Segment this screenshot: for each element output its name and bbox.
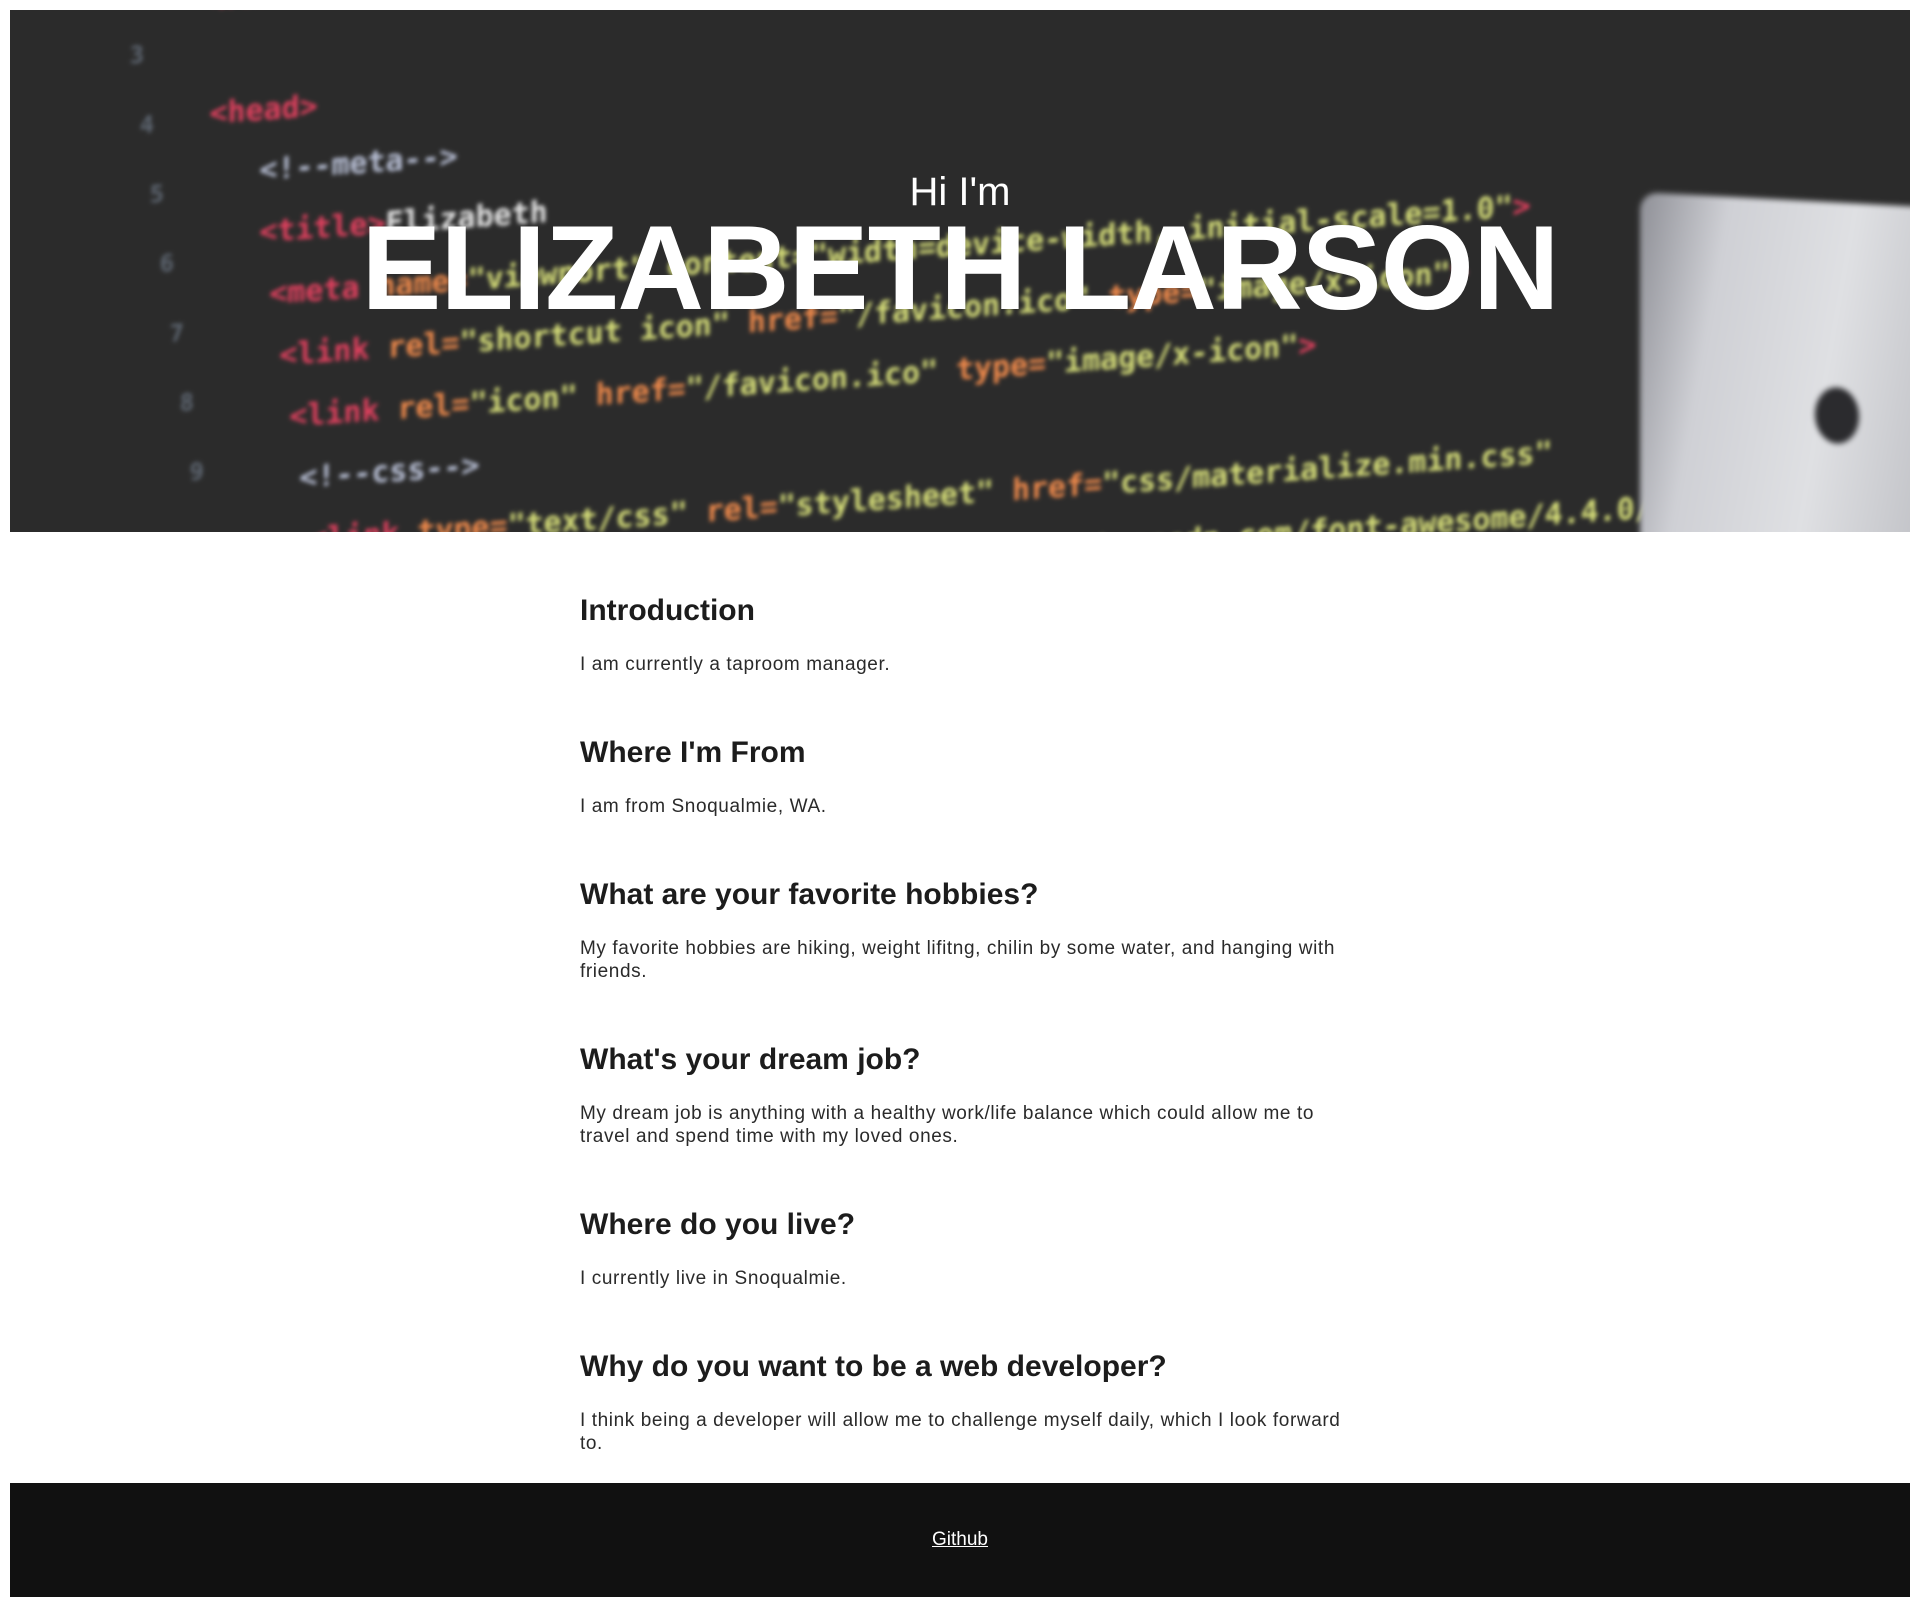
hero-banner: 3 4 5 6 7 8 9 <html> <head> <!--meta--> … — [10, 10, 1910, 532]
section-body: I currently live in Snoqualmie. — [580, 1268, 847, 1289]
section-why-web-dev: Why do you want to be a web developer? I… — [580, 1350, 1360, 1455]
section-heading: Where do you live? — [580, 1208, 856, 1241]
footer: Github — [10, 1483, 1910, 1597]
section-body: I am currently a taproom manager. — [580, 654, 891, 675]
section-body: I think being a developer will allow me … — [580, 1410, 1341, 1454]
apple-logo-icon — [1815, 386, 1859, 445]
page: 3 4 5 6 7 8 9 <html> <head> <!--meta--> … — [10, 10, 1910, 1597]
section-heading: Why do you want to be a web developer? — [580, 1350, 1167, 1383]
section-body: I am from Snoqualmie, WA. — [580, 796, 827, 817]
hero-name: ELIZABETH LARSON — [361, 201, 1559, 335]
section-introduction: Introduction I am currently a taproom ma… — [580, 594, 1360, 676]
github-link[interactable]: Github — [932, 1529, 988, 1551]
section-heading: What's your dream job? — [580, 1043, 921, 1076]
section-heading: What are your favorite hobbies? — [580, 878, 1039, 911]
section-dream-job: What's your dream job? My dream job is a… — [580, 1043, 1360, 1148]
section-hobbies: What are your favorite hobbies? My favor… — [580, 878, 1360, 983]
section-body: My favorite hobbies are hiking, weight l… — [580, 938, 1335, 982]
section-body: My dream job is anything with a healthy … — [580, 1103, 1314, 1147]
section-where-live: Where do you live? I currently live in S… — [580, 1208, 1360, 1290]
section-heading: Introduction — [580, 594, 755, 627]
main-content: Introduction I am currently a taproom ma… — [10, 532, 1910, 1483]
section-where-from: Where I'm From I am from Snoqualmie, WA. — [580, 736, 1360, 818]
section-heading: Where I'm From — [580, 736, 806, 769]
